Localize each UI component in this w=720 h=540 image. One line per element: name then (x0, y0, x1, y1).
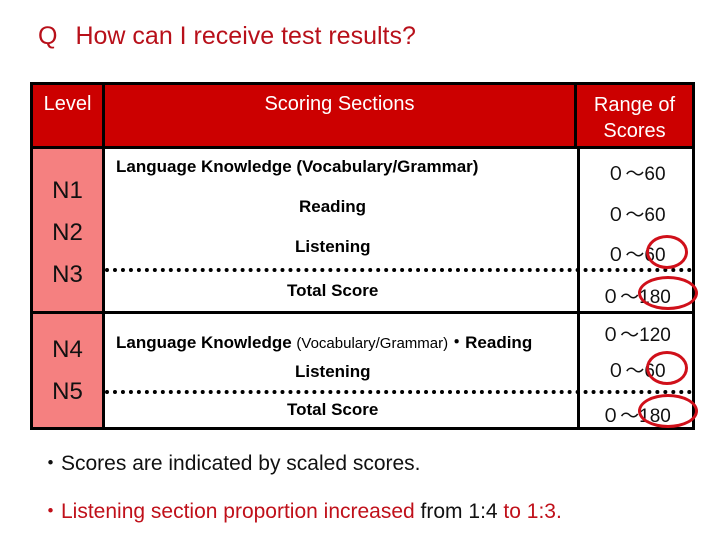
group-n4-n5: N4 N5 Language Knowledge (Vocabulary/Gra… (33, 314, 698, 428)
range-value: ０～60 (606, 164, 666, 185)
highlight-circle (638, 276, 698, 310)
header-sections: Scoring Sections (105, 85, 577, 146)
note-black-text: from 1:4 (414, 500, 498, 523)
question-prefix: Q (38, 22, 58, 50)
section-label: Total Score (287, 281, 379, 300)
section-label: Language Knowledge (Vocabulary/Grammar) (116, 157, 479, 176)
level-label: N2 (52, 219, 83, 246)
section-label: Listening (295, 237, 371, 256)
note-red-text: Listening section proportion increased (61, 500, 415, 523)
bullet: ・ (40, 452, 61, 475)
header-level: Level (33, 85, 105, 146)
range-value: ０～60 (606, 205, 666, 226)
note-scaled-scores: ・Scores are indicated by scaled scores. (40, 447, 421, 477)
section-small: (Vocabulary/Grammar) (296, 335, 449, 352)
section-label: Total Score (287, 400, 379, 419)
header-range-line2: Scores (603, 120, 666, 142)
page-title: Q How can I receive test results? (38, 22, 416, 51)
range-cell: ０～120 ０～60 ０～180 (577, 314, 698, 428)
level-cell: N4 N5 (33, 314, 105, 427)
level-cell: N1 N2 N3 (33, 149, 105, 311)
level-label: N1 (52, 177, 83, 204)
section-label: Language Knowledge (Vocabulary/Grammar)・… (116, 328, 532, 353)
group-n1-n3: N1 N2 N3 Language Knowledge (Vocabulary/… (33, 149, 698, 314)
range-cell: ０～60 ０～60 ０～60 ０～180 (577, 149, 698, 311)
header-range-line1: Range of (593, 94, 676, 116)
range-value: ０～120 (601, 325, 671, 346)
highlight-circle (646, 235, 688, 269)
highlight-circle (638, 394, 698, 428)
section-label: Reading (299, 197, 367, 216)
highlight-circle (646, 351, 688, 385)
level-label: N5 (52, 378, 83, 405)
section-tail: ・Reading (448, 333, 533, 352)
section-bold: Language Knowledge (116, 333, 292, 352)
note-listening-proportion: ・Listening section proportion increased … (40, 495, 562, 525)
table-header: Level Scoring Sections Range of Scores (33, 85, 692, 149)
question-text: How can I receive test results? (75, 22, 416, 50)
note-text: Scores are indicated by scaled scores. (61, 452, 421, 475)
bullet: ・ (40, 500, 61, 523)
level-label: N3 (52, 261, 83, 288)
header-range: Range of Scores (577, 85, 692, 146)
section-label: Listening (295, 362, 371, 381)
level-label: N4 (52, 336, 83, 363)
note-red-tail: to 1:3. (497, 500, 562, 523)
score-table: Level Scoring Sections Range of Scores N… (30, 82, 698, 430)
